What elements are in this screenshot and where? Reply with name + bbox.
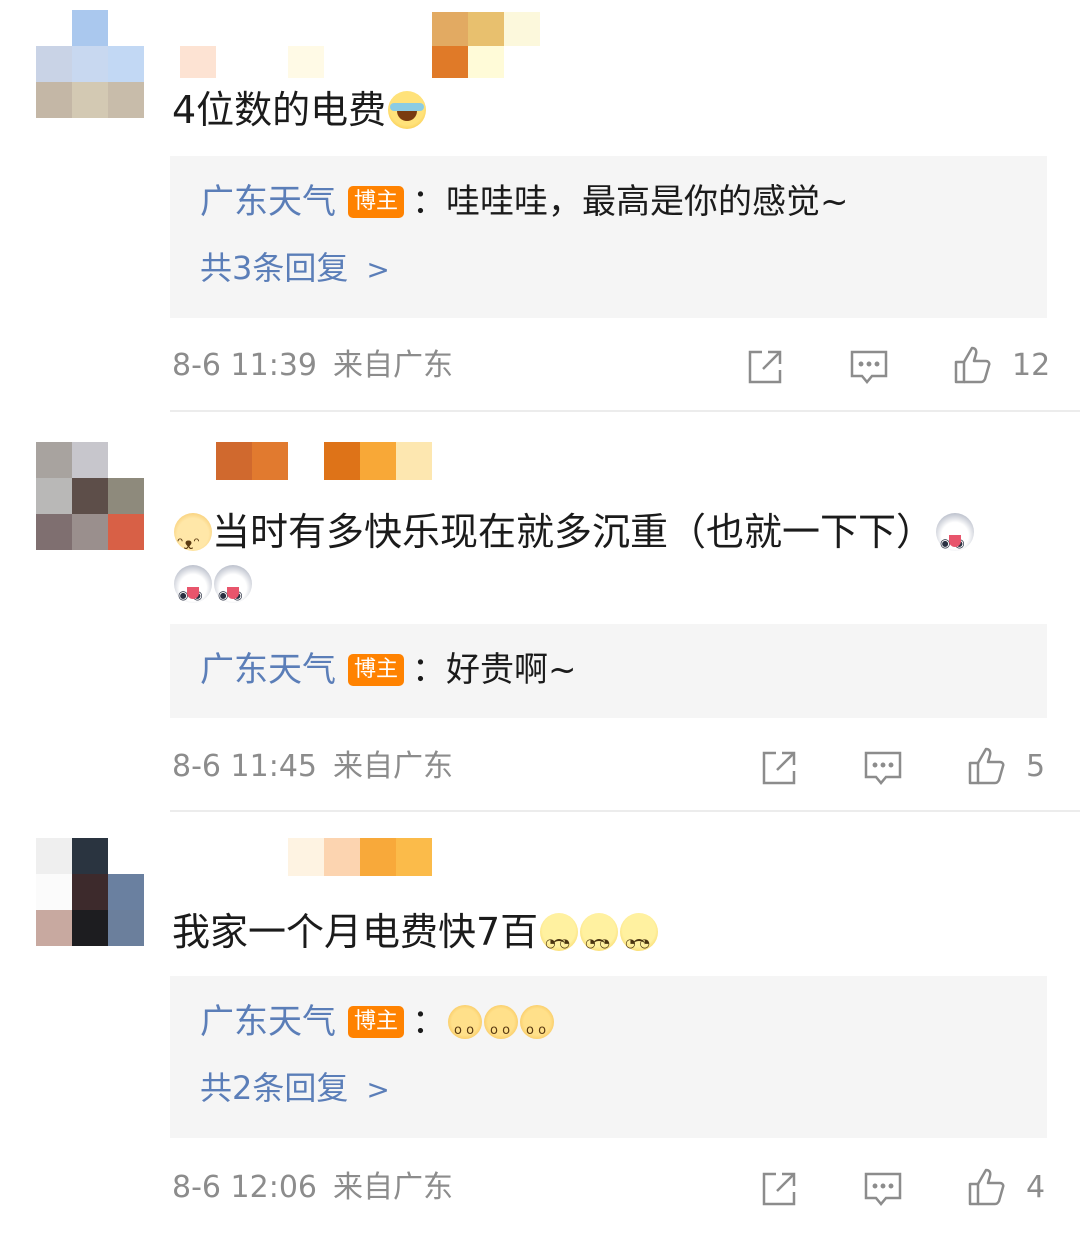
username-pixelated[interactable] [174, 442, 474, 480]
location: 来自广东 [333, 749, 453, 784]
reply-text: ：好贵啊~ [412, 650, 577, 690]
pleading-emoji-icon [484, 1005, 519, 1053]
view-replies-link[interactable]: 共2条回复 > [200, 1066, 390, 1112]
location: 来自广东 [333, 348, 453, 383]
like-count: 4 [1026, 1170, 1046, 1205]
reply-box[interactable]: 广东天气 博主 ：好贵啊~ [170, 624, 1047, 718]
comment-icon[interactable] [848, 346, 890, 388]
comment-text-line2 [172, 560, 252, 619]
reply-author[interactable]: 广东天气 [200, 180, 336, 224]
comment-icon[interactable] [862, 1168, 904, 1210]
avatar[interactable] [36, 838, 144, 946]
reply-line: 广东天气 博主 ： [200, 1000, 555, 1053]
comment-text: 4位数的电费 [172, 86, 427, 134]
reply-line: 广东天气 博主 ：好贵啊~ [200, 648, 577, 692]
chevron-right-icon: > [366, 1073, 390, 1106]
comment-text: 我家一个月电费快7百 [172, 908, 659, 967]
sad-face-emoji-icon [540, 913, 579, 967]
timestamp: 8-6 12:06 [172, 1170, 317, 1205]
view-replies-link[interactable]: 共3条回复 > [200, 246, 390, 292]
reply-box[interactable]: 广东天气 博主 ： 共2条回复> [170, 976, 1047, 1138]
timestamp: 8-6 11:45 [172, 749, 317, 784]
comment-1: 4位数的电费 广东天气 博主 ：哇哇哇，最高是你的感觉~ 共3条回复 > 8-6 … [0, 0, 1080, 412]
share-icon[interactable] [758, 747, 800, 789]
husky-emoji-icon [936, 513, 975, 567]
like-count: 12 [1012, 348, 1051, 383]
doge-emoji-icon [174, 513, 212, 568]
comment-text: 当时有多快乐现在就多沉重（也就一下下） [172, 508, 975, 568]
thumbs-up-icon[interactable] [966, 1166, 1008, 1208]
comment-3: 我家一个月电费快7百 广东天气 博主 ： 共2条回复> 8-6 12:06 来自广… [0, 812, 1080, 1247]
laughing-crying-emoji-icon [388, 91, 427, 129]
timestamp: 8-6 11:39 [172, 348, 317, 383]
comment-meta: 8-6 11:39 来自广东 [172, 346, 453, 386]
comment-meta: 8-6 12:06 来自广东 [172, 1168, 453, 1208]
avatar[interactable] [36, 10, 144, 118]
reply-author[interactable]: 广东天气 [200, 1000, 336, 1044]
share-icon[interactable] [758, 1168, 800, 1210]
reply-text: ： [412, 1002, 447, 1042]
chevron-right-icon: > [366, 253, 390, 286]
reply-line: 广东天气 博主 ：哇哇哇，最高是你的感觉~ [200, 180, 849, 224]
username-pixelated[interactable] [174, 838, 474, 876]
reply-box[interactable]: 广东天气 博主 ：哇哇哇，最高是你的感觉~ 共3条回复 > [170, 156, 1047, 318]
sad-face-emoji-icon [620, 913, 659, 967]
reply-author[interactable]: 广东天气 [200, 648, 336, 692]
sad-face-emoji-icon [580, 913, 619, 967]
blogger-badge: 博主 [348, 1006, 405, 1038]
blogger-badge: 博主 [348, 654, 405, 686]
comment-meta: 8-6 11:45 来自广东 [172, 747, 453, 787]
blogger-badge: 博主 [348, 186, 405, 218]
avatar[interactable] [36, 442, 144, 550]
share-icon[interactable] [744, 346, 786, 388]
location: 来自广东 [333, 1170, 453, 1205]
username-pixelated[interactable] [174, 10, 554, 80]
comment-2: 当时有多快乐现在就多沉重（也就一下下） 广东天气 博主 ：好贵啊~ 8-6 11… [0, 412, 1080, 812]
husky-emoji-icon [174, 565, 212, 619]
thumbs-up-icon[interactable] [966, 745, 1008, 787]
pleading-emoji-icon [448, 1005, 483, 1053]
comment-icon[interactable] [862, 747, 904, 789]
thumbs-up-icon[interactable] [952, 344, 994, 386]
reply-text: ：哇哇哇，最高是你的感觉~ [412, 182, 849, 222]
like-count: 5 [1026, 749, 1046, 784]
husky-emoji-icon [214, 565, 252, 619]
pleading-emoji-icon [520, 1005, 555, 1053]
